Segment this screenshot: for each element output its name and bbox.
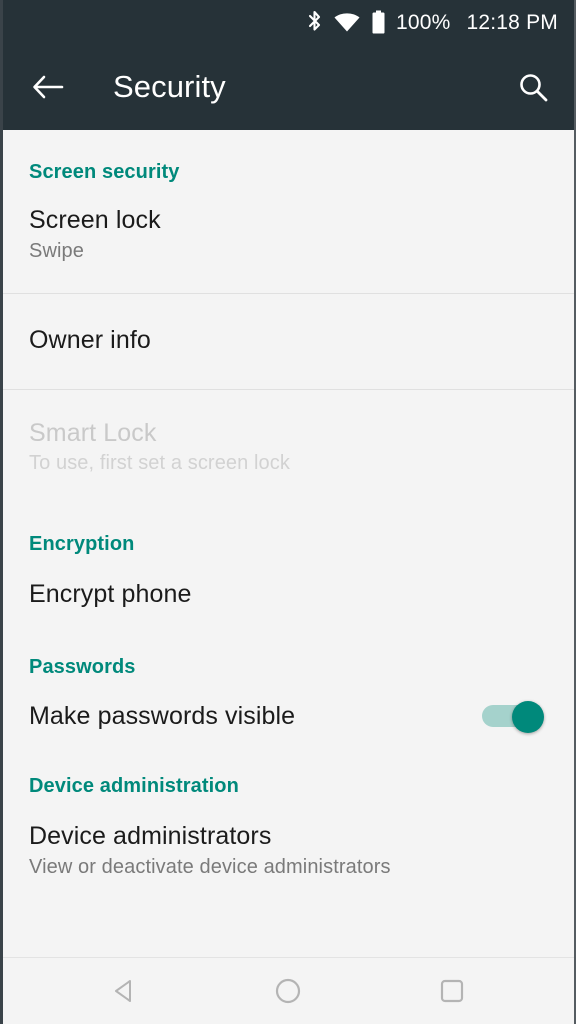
toggle-thumb xyxy=(512,701,544,733)
section-screen-security: Screen security Screen lock Swipe Owner … xyxy=(3,130,574,491)
section-passwords: Passwords Make passwords visible xyxy=(3,609,574,731)
pref-title: Smart Lock xyxy=(29,419,548,448)
nav-back-triangle-icon xyxy=(108,974,142,1008)
back-button[interactable] xyxy=(25,64,71,110)
pref-make-passwords-visible[interactable]: Make passwords visible xyxy=(3,679,574,731)
nav-recents-square-icon xyxy=(435,974,469,1008)
nav-home-circle-icon xyxy=(271,974,305,1008)
clock-label: 12:18 PM xyxy=(467,12,559,33)
pref-smart-lock: Smart Lock To use, first set a screen lo… xyxy=(3,390,574,492)
pref-encrypt-phone[interactable]: Encrypt phone xyxy=(3,556,574,609)
pref-owner-info[interactable]: Owner info xyxy=(3,294,574,389)
pref-summary: View or deactivate device administrators xyxy=(29,856,548,879)
pref-device-administrators[interactable]: Device administrators View or deactivate… xyxy=(3,798,574,879)
section-encryption: Encryption Encrypt phone xyxy=(3,491,574,609)
wifi-icon xyxy=(333,11,361,33)
pref-screen-lock[interactable]: Screen lock Swipe xyxy=(3,184,574,293)
pref-title: Make passwords visible xyxy=(29,702,295,731)
page-title: Security xyxy=(113,69,510,105)
search-icon xyxy=(517,71,549,103)
pref-summary: Swipe xyxy=(29,240,548,263)
search-button[interactable] xyxy=(510,64,556,110)
section-header: Screen security xyxy=(3,130,574,184)
pref-title: Owner info xyxy=(29,326,548,355)
phone-screen: 100% 12:18 PM Security Screen security S… xyxy=(0,0,576,1024)
nav-back-button[interactable] xyxy=(90,965,160,1017)
section-header: Passwords xyxy=(3,609,574,679)
settings-list[interactable]: Screen security Screen lock Swipe Owner … xyxy=(3,130,574,957)
section-header: Device administration xyxy=(3,731,574,798)
pref-title: Screen lock xyxy=(29,206,548,235)
back-arrow-icon xyxy=(32,73,64,101)
section-device-administration: Device administration Device administrat… xyxy=(3,731,574,879)
navigation-bar xyxy=(3,957,574,1024)
make-passwords-visible-toggle[interactable] xyxy=(482,701,544,731)
nav-home-button[interactable] xyxy=(253,965,323,1017)
bluetooth-icon xyxy=(306,10,323,35)
battery-percent-label: 100% xyxy=(396,12,451,33)
battery-full-icon xyxy=(371,10,386,35)
pref-title: Encrypt phone xyxy=(29,580,548,609)
status-bar: 100% 12:18 PM xyxy=(3,0,574,44)
nav-recents-button[interactable] xyxy=(417,965,487,1017)
pref-summary: To use, first set a screen lock xyxy=(29,452,548,475)
app-bar: Security xyxy=(3,44,574,130)
section-header: Encryption xyxy=(3,491,574,556)
pref-title: Device administrators xyxy=(29,822,548,851)
